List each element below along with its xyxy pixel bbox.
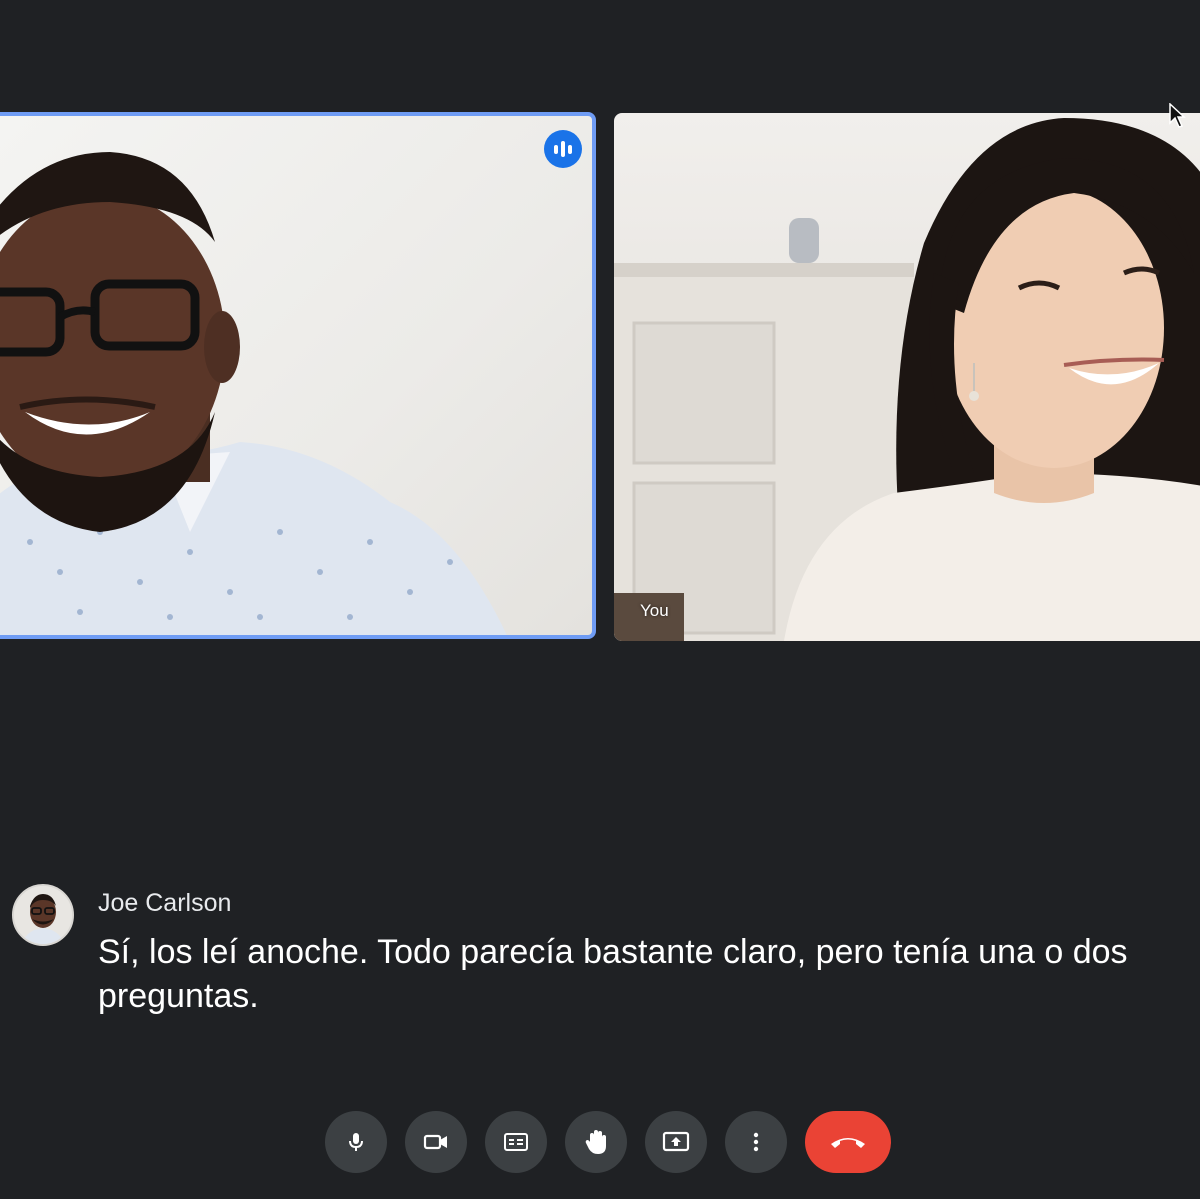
more-options-button[interactable] (725, 1111, 787, 1173)
present-button[interactable] (645, 1111, 707, 1173)
end-call-button[interactable] (805, 1111, 891, 1173)
captions-button[interactable] (485, 1111, 547, 1173)
caption-text: Sí, los leí anoche. Todo parecía bastant… (98, 933, 1128, 1015)
call-controls (325, 1111, 891, 1173)
participant-video-you (614, 118, 1200, 641)
closed-captions-icon (504, 1133, 528, 1151)
present-screen-icon (662, 1131, 690, 1152)
participant-tile-you[interactable]: You (614, 113, 1200, 641)
raise-hand-button[interactable] (565, 1111, 627, 1173)
more-options-icon (753, 1132, 759, 1152)
participant-name-label: You (640, 601, 669, 620)
camera-icon (423, 1134, 447, 1150)
end-call-icon (831, 1138, 865, 1148)
raise-hand-icon (585, 1130, 606, 1154)
caption-speaker-name: Joe Carlson (98, 889, 232, 917)
participant-video-joe (0, 152, 507, 635)
participant-tile-joe[interactable] (0, 112, 596, 639)
microphone-button[interactable] (325, 1111, 387, 1173)
avatar (12, 884, 74, 946)
avatar-image (14, 886, 72, 944)
mouse-cursor-icon (1169, 103, 1186, 128)
speaking-indicator-icon (544, 130, 582, 168)
microphone-icon (349, 1133, 363, 1151)
camera-button[interactable] (405, 1111, 467, 1173)
